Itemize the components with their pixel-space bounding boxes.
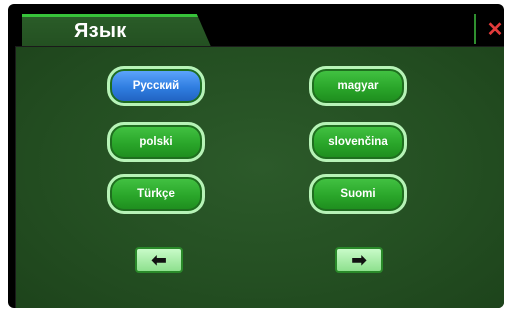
language-button-magyar[interactable]: magyar	[309, 66, 407, 106]
language-label: Suomi	[340, 188, 376, 200]
language-button-slovencina[interactable]: slovenčina	[309, 122, 407, 162]
language-label: polski	[139, 136, 173, 148]
language-label: magyar	[337, 80, 379, 92]
close-icon: ✕	[486, 18, 504, 41]
language-button-polski[interactable]: polski	[107, 122, 205, 162]
language-button-russian[interactable]: Русский	[107, 66, 205, 106]
arrow-left-icon: ⬅	[151, 249, 167, 270]
language-label: Türkçe	[137, 188, 175, 200]
close-button[interactable]: ✕	[474, 14, 504, 44]
language-button-suomi[interactable]: Suomi	[309, 174, 407, 214]
language-panel	[15, 46, 504, 308]
next-page-button[interactable]: ➡	[335, 247, 383, 273]
language-label: slovenčina	[328, 136, 388, 148]
page-title: Язык	[74, 20, 127, 42]
language-screen: Язык ✕ Русский polski Türkçe magyar slov…	[0, 0, 510, 312]
arrow-right-icon: ➡	[351, 249, 367, 270]
language-label: Русский	[132, 80, 180, 92]
language-button-turkce[interactable]: Türkçe	[107, 174, 205, 214]
device-frame: Язык ✕ Русский polski Türkçe magyar slov…	[8, 4, 504, 308]
prev-page-button[interactable]: ⬅	[135, 247, 183, 273]
